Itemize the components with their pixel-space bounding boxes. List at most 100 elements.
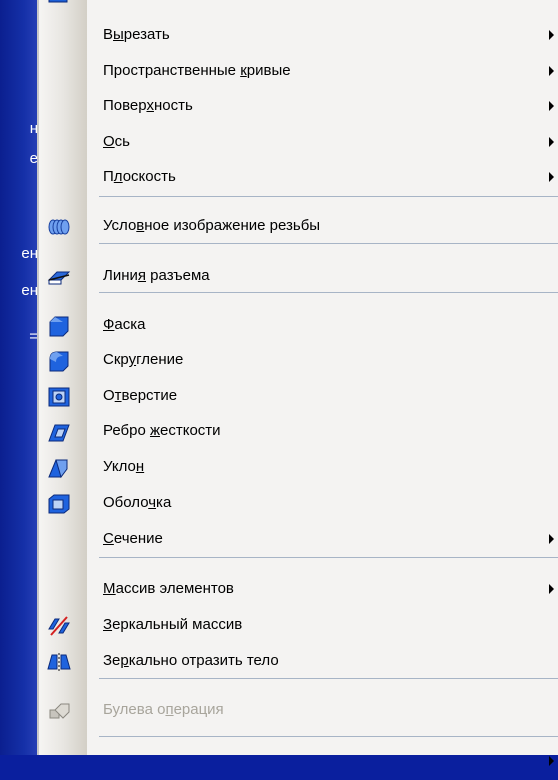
menu-item-label: Зеркальный массив: [103, 616, 242, 633]
mnemonic-letter: х: [146, 97, 154, 114]
menu-item[interactable]: Поверхность: [39, 89, 558, 125]
menu-item[interactable]: Пространственные кривые: [39, 54, 558, 90]
mirror-body-icon: [47, 651, 71, 673]
desktop-background-strip: [0, 0, 40, 755]
menu-separator: [99, 196, 558, 197]
menu-item[interactable]: Ребро жесткости: [39, 414, 558, 450]
label-text: ное изображение резьбы: [144, 217, 321, 234]
menu-separator: [99, 736, 558, 737]
mnemonic-letter: у: [128, 351, 137, 368]
label-text: разъема: [146, 267, 210, 284]
menu-item[interactable]: Сечение: [39, 522, 558, 558]
label-text: ерация: [173, 701, 224, 718]
menu-item-label: Ребро жесткости: [103, 422, 221, 439]
menu-item[interactable]: Ось: [39, 125, 558, 161]
submenu-arrow-icon: [549, 30, 554, 40]
mirror-array-icon: [47, 615, 71, 637]
menu-item[interactable]: Вырезать: [39, 18, 558, 54]
label-text: резать: [123, 26, 170, 43]
label-text: ка: [156, 494, 172, 511]
menu-item-label: Линия разъема: [103, 267, 210, 284]
menu-item[interactable]: Зеркально отразить тело: [39, 644, 558, 680]
mnemonic-letter: р: [120, 652, 129, 669]
menu-item[interactable]: Уклон: [39, 450, 558, 486]
label-text: Повер: [103, 97, 147, 114]
menu-item-label: Ось: [103, 133, 130, 150]
mnemonic-letter: З: [103, 616, 113, 633]
fillet-icon: [47, 350, 71, 372]
menu-item[interactable]: Массив элементов: [39, 572, 558, 608]
menu-item-partial[interactable]: [39, 744, 558, 780]
menu-item-label: Булева операция: [103, 701, 224, 718]
hole-icon: [47, 386, 71, 408]
label-text: Усло: [103, 217, 137, 234]
thread-icon: [47, 216, 71, 238]
menu-item-label: Уклон: [103, 458, 144, 475]
menu-item-label: Оболочка: [103, 494, 171, 511]
background-text-fragment: ен: [21, 245, 38, 262]
label-text: Скр: [103, 351, 129, 368]
menu-item-label: Массив элементов: [103, 580, 234, 597]
label-text: гление: [136, 351, 184, 368]
label-text: Пространственные: [103, 62, 241, 79]
label-text: сь: [114, 133, 130, 150]
submenu-arrow-icon: [549, 137, 554, 147]
label-text: Зе: [103, 652, 121, 669]
label-text: аска: [114, 316, 146, 333]
background-text-fragment: ен: [21, 282, 38, 299]
submenu-arrow-icon: [549, 756, 554, 766]
mnemonic-letter: О: [103, 133, 115, 150]
mnemonic-letter: я: [137, 267, 147, 284]
submenu-arrow-icon: [549, 534, 554, 544]
cut-icon: [48, 0, 68, 3]
label-text: ность: [153, 97, 193, 114]
mnemonic-letter: ч: [148, 494, 157, 511]
label-text: оскость: [122, 168, 176, 185]
boolean-icon: [47, 700, 71, 722]
submenu-arrow-icon: [549, 101, 554, 111]
menu-item[interactable]: Плоскость: [39, 160, 558, 196]
label-text: О: [103, 387, 115, 404]
label-text: Булева о: [103, 701, 166, 718]
label-text: еркальный массив: [112, 616, 243, 633]
menu-item-label: Отверстие: [103, 387, 177, 404]
menu-item-label: Зеркально отразить тело: [103, 652, 279, 669]
mnemonic-letter: н: [135, 458, 145, 475]
label-text: Лини: [103, 267, 138, 284]
menu-item[interactable]: Отверстие: [39, 379, 558, 415]
menu-item-label: Пространственные кривые: [103, 62, 291, 79]
label-text: ечение: [113, 530, 163, 547]
label-text: верстие: [121, 387, 178, 404]
mnemonic-letter: С: [103, 530, 114, 547]
mnemonic-letter: ы: [113, 26, 124, 43]
menu-item-label: Условное изображение резьбы: [103, 217, 320, 234]
mnemonic-letter: М: [103, 580, 116, 597]
menu-item[interactable]: Условное изображение резьбы: [39, 209, 558, 245]
label-text: кально отразить тело: [128, 652, 279, 669]
submenu-arrow-icon: [549, 66, 554, 76]
mnemonic-letter: п: [165, 701, 174, 718]
menu-item[interactable]: Зеркальный массив: [39, 608, 558, 644]
label-text: Оболо: [103, 494, 149, 511]
submenu-arrow-icon: [549, 172, 554, 182]
menu-item[interactable]: Скругление: [39, 343, 558, 379]
menu-item[interactable]: Линия разъема: [39, 259, 558, 295]
mnemonic-letter: т: [114, 387, 122, 404]
operations-menu: Вырезать Пространственные кривые Поверхнос…: [37, 0, 558, 766]
background-text-fragment: н: [29, 120, 38, 137]
background-text-fragment: е: [29, 150, 38, 167]
menu-item[interactable]: Оболочка: [39, 486, 558, 522]
label-text: ривые: [246, 62, 291, 79]
mnemonic-letter: ж: [149, 422, 161, 439]
chamfer-icon: [47, 315, 71, 337]
label-text: В: [103, 26, 114, 43]
label-text: есткости: [160, 422, 221, 439]
submenu-arrow-icon: [549, 584, 554, 594]
menu-item[interactable]: Фаска: [39, 308, 558, 344]
mnemonic-letter: л: [113, 168, 123, 185]
mnemonic-letter: Ф: [103, 316, 115, 333]
draft-icon: [47, 457, 71, 479]
menu-item-label: Сечение: [103, 530, 163, 547]
menu-item-label: Скругление: [103, 351, 183, 368]
rib-icon: [47, 421, 71, 443]
